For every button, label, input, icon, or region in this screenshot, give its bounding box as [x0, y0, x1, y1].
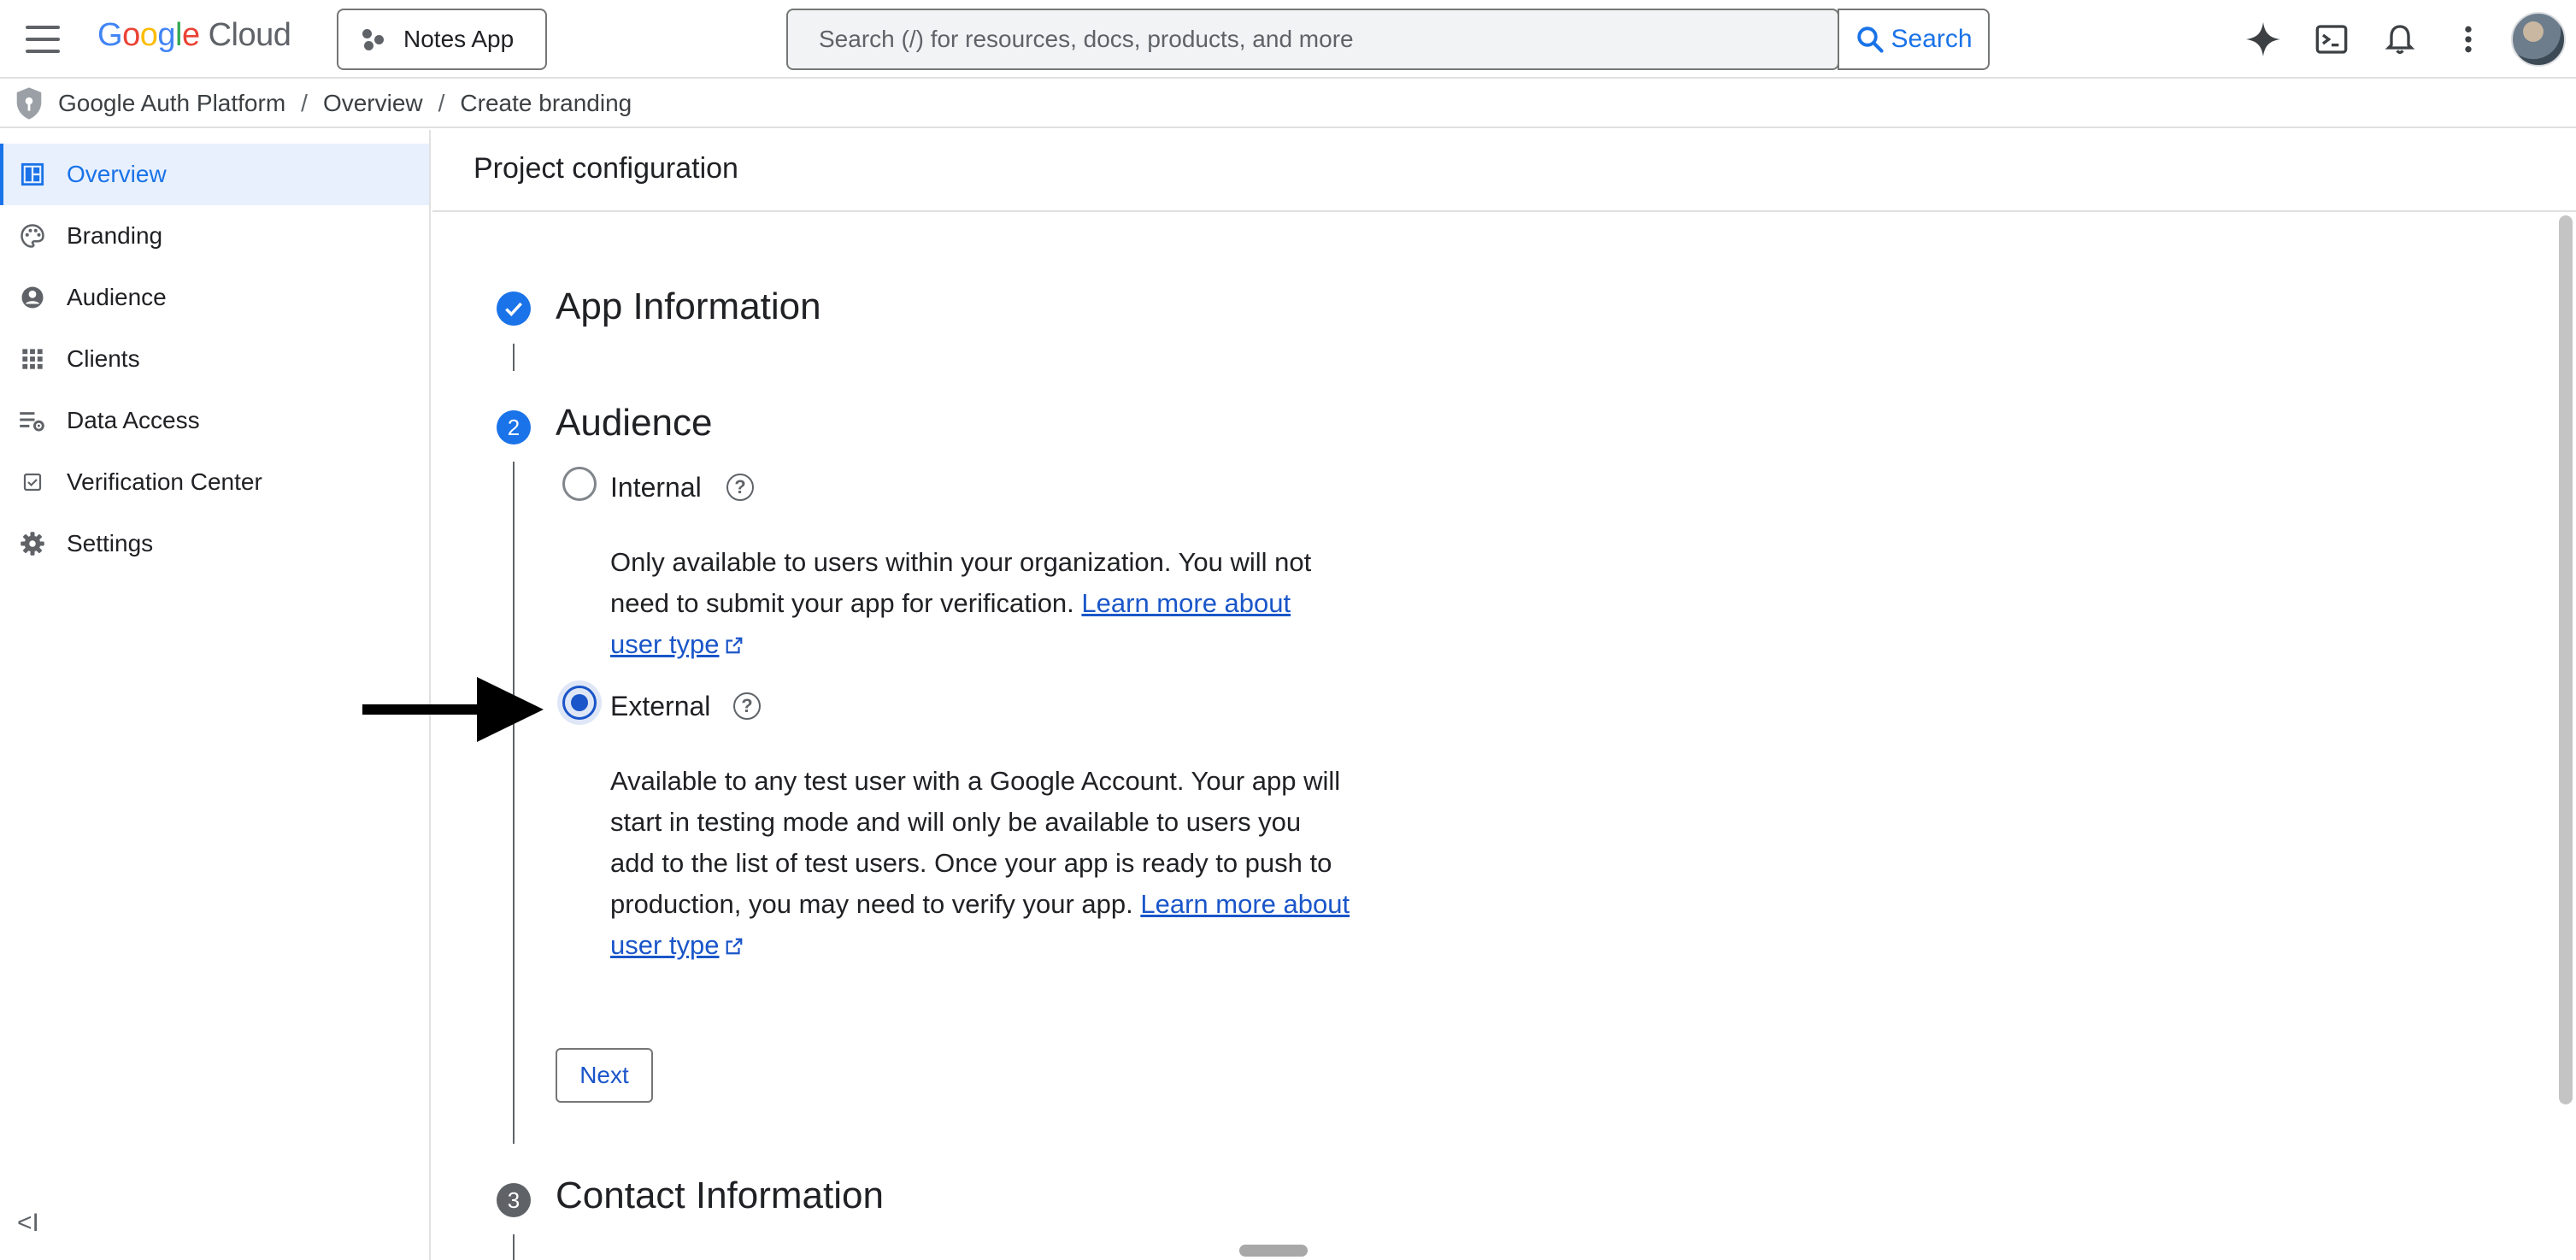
search-button[interactable]: Search: [1838, 9, 1990, 70]
search-input[interactable]: [788, 10, 1838, 68]
link-text: user type: [610, 629, 720, 659]
page-title: Project configuration: [473, 152, 738, 185]
dashboard-icon: [17, 159, 48, 190]
sidebar-item-data-access[interactable]: Data Access: [0, 390, 429, 451]
sidebar-item-verification-center[interactable]: Verification Center: [0, 451, 429, 513]
cloud-shell-icon[interactable]: [2311, 19, 2352, 60]
account-circle-icon: [17, 282, 48, 313]
step-number-badge: 2: [497, 410, 531, 445]
step-number-badge: 3: [497, 1183, 531, 1217]
breadcrumb-item-create-branding: Create branding: [460, 90, 632, 116]
description-line: add to the list of test users. Once your…: [610, 848, 1332, 878]
apps-grid-icon: [17, 344, 48, 374]
menu-icon[interactable]: [26, 26, 60, 53]
breadcrumb-item-overview[interactable]: Overview: [323, 90, 423, 117]
google-cloud-logo[interactable]: Google Cloud: [97, 17, 291, 54]
search-box: [786, 9, 1839, 70]
stepper-connector: [513, 462, 515, 1144]
more-vert-icon[interactable]: [2448, 19, 2489, 60]
breadcrumb: Google Auth Platform / Overview / Create…: [0, 80, 2576, 128]
breadcrumb-separator: /: [301, 90, 308, 116]
breadcrumb-separator: /: [438, 90, 445, 116]
sidebar-item-audience[interactable]: Audience: [0, 267, 429, 328]
link-text: Learn more about: [1140, 889, 1350, 919]
description-line: Available to any test user with a Google…: [610, 766, 1341, 796]
radio-external[interactable]: [557, 680, 602, 725]
sidebar-item-settings[interactable]: Settings: [0, 513, 429, 574]
stepper-connector: [513, 344, 515, 371]
stepper-connector: [513, 1234, 515, 1260]
palette-icon: [17, 221, 48, 251]
top-bar: Google Cloud Notes App Search: [0, 0, 2576, 79]
radio-label-external[interactable]: External: [610, 691, 710, 722]
sidebar-item-label: Settings: [67, 530, 154, 556]
help-icon-external[interactable]: ?: [733, 692, 761, 720]
project-picker-button[interactable]: Notes App: [337, 9, 547, 70]
step-title-contact-information[interactable]: Contact Information: [556, 1175, 884, 1217]
collapse-sidebar-button[interactable]: <I: [17, 1209, 39, 1238]
project-icon: [362, 27, 386, 51]
gear-icon: [17, 528, 48, 559]
description-line: start in testing mode and will only be a…: [610, 807, 1302, 837]
sidebar-item-label: Data Access: [67, 407, 200, 433]
check-box-icon: [17, 467, 48, 498]
sidebar-item-label: Verification Center: [67, 468, 262, 495]
sidebar-item-label: Overview: [67, 161, 167, 187]
account-avatar[interactable]: [2511, 12, 2566, 67]
step-title-audience: Audience: [556, 402, 713, 444]
gemini-sparkle-icon[interactable]: [2243, 19, 2284, 60]
logo-cloud-text: Cloud: [208, 17, 291, 53]
next-button[interactable]: Next: [556, 1048, 653, 1103]
description-line: production, you may need to verify your …: [610, 889, 1141, 919]
data-settings-icon: [17, 405, 48, 436]
breadcrumb-item-auth-platform[interactable]: Google Auth Platform: [58, 90, 285, 117]
open-in-new-icon: [726, 637, 742, 654]
link-text: Learn more about: [1081, 588, 1291, 618]
step-complete-check-icon: [497, 291, 531, 326]
help-glyph: ?: [734, 476, 746, 498]
radio-internal[interactable]: [562, 467, 597, 501]
project-picker-label: Notes App: [403, 26, 515, 52]
step-title-app-information[interactable]: App Information: [556, 286, 821, 328]
description-internal: Only available to users within your orga…: [610, 542, 1379, 665]
notifications-bell-icon[interactable]: [2379, 19, 2420, 60]
annotation-arrow-icon: [362, 677, 544, 742]
description-external: Available to any test user with a Google…: [610, 761, 1379, 966]
shield-icon: [16, 87, 42, 120]
vertical-scrollbar[interactable]: [2559, 215, 2573, 1104]
radio-label-internal[interactable]: Internal: [610, 472, 702, 503]
search-button-label: Search: [1891, 25, 1973, 53]
sidebar-item-label: Audience: [67, 284, 167, 310]
description-line: need to submit your app for verification…: [610, 588, 1082, 618]
sidebar-item-branding[interactable]: Branding: [0, 205, 429, 267]
description-line: Only available to users within your orga…: [610, 547, 1312, 577]
collapse-sidebar-icon: <I: [17, 1209, 39, 1237]
help-glyph: ?: [741, 695, 753, 716]
horizontal-scrollbar[interactable]: [1239, 1245, 1308, 1257]
sidebar-item-label: Clients: [67, 345, 140, 372]
sidebar-item-clients[interactable]: Clients: [0, 328, 429, 390]
logo-google-text: Google: [97, 17, 200, 53]
sidebar-item-label: Branding: [67, 222, 163, 249]
open-in-new-icon: [726, 938, 742, 955]
search-icon: [1857, 26, 1885, 53]
help-icon-internal[interactable]: ?: [726, 474, 754, 501]
main-header: Project configuration: [432, 130, 2576, 212]
sidebar-item-overview[interactable]: Overview: [0, 144, 429, 205]
link-text: user type: [610, 930, 720, 960]
